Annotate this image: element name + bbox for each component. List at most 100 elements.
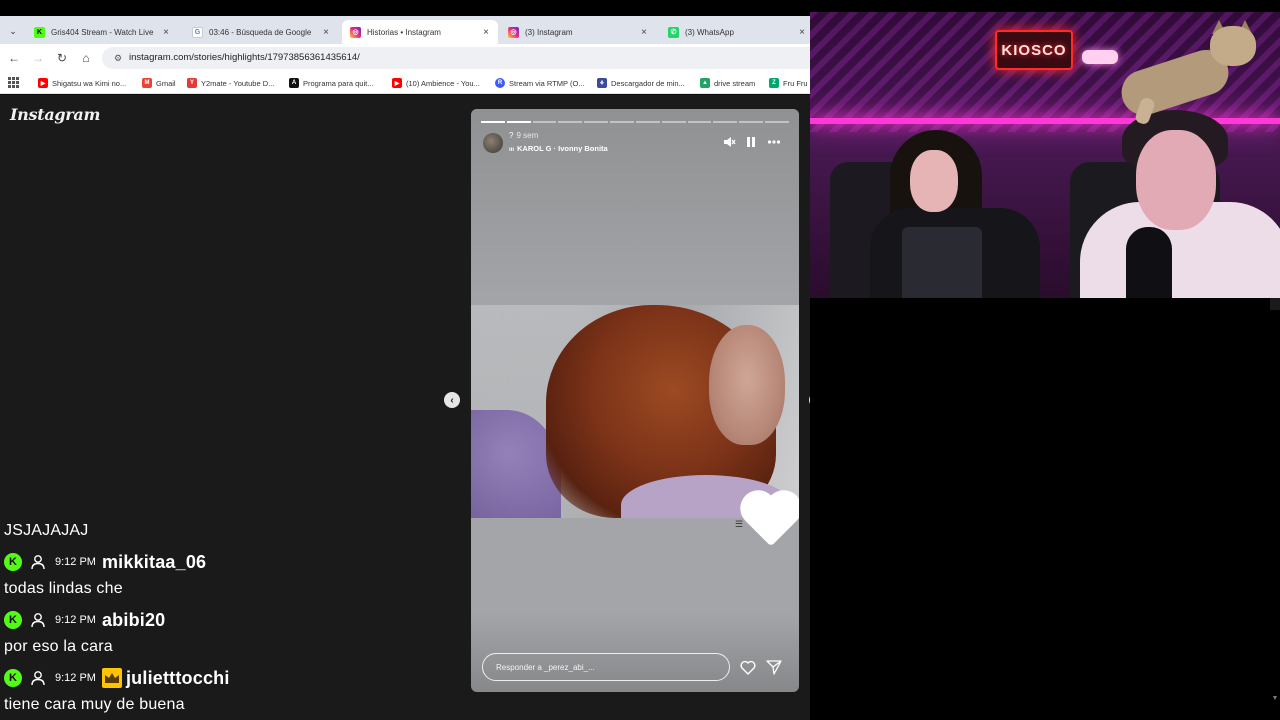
kick-favicon-icon: K [34, 26, 45, 38]
whatsapp-favicon-icon: ✆ [668, 26, 679, 38]
instagram-logo[interactable]: Instagram [10, 105, 100, 124]
cat-overlay-icon [1110, 20, 1260, 126]
tab-close-icon[interactable]: × [638, 27, 650, 38]
site-info-icon[interactable]: ⚙ [112, 52, 124, 64]
webcam-feed: KIOSCO [810, 12, 1280, 298]
tab-label: Historias • Instagram [367, 27, 441, 37]
user-icon [28, 552, 48, 572]
url-text: instagram.com/stories/highlights/1797385… [129, 52, 360, 63]
home-icon[interactable]: ⌂ [77, 49, 95, 67]
bookmark-label: drive stream [714, 78, 756, 88]
chat-username[interactable]: julietttocchi [126, 668, 230, 689]
story-music-label[interactable]: ııı KAROL G · Ivonny Bonita [509, 144, 608, 153]
chat-timestamp: 9:12 PM [55, 556, 96, 568]
tab-instagram[interactable]: ◎ (3) Instagram × [500, 20, 656, 44]
tab-kick-stream[interactable]: K Gris404 Stream - Watch Live on × [26, 20, 178, 44]
bookmark-item[interactable]: ▶ (10) Ambience - You... [392, 76, 480, 90]
bookmark-label: Gmail [156, 78, 176, 88]
previous-story-chevron-left-icon[interactable]: ‹ [444, 392, 460, 408]
programa-icon: A [289, 78, 299, 88]
bookmark-item[interactable]: ▶ Shigatsu wa Kimi no... [38, 76, 126, 90]
tab-google-search[interactable]: G 03:46 - Búsqueda de Google × [184, 20, 338, 44]
bookmark-item[interactable]: M Gmail [142, 76, 176, 90]
stream-side-panel: KIOSCO ▼ [810, 0, 1280, 720]
back-arrow-icon[interactable]: ← [5, 49, 23, 67]
share-send-icon[interactable] [765, 658, 783, 676]
song-title: KAROL G · Ivonny Bonita [517, 144, 608, 153]
avatar[interactable] [483, 133, 503, 153]
bookmark-label: Stream via RTMP (O... [509, 78, 585, 88]
bookmark-label: Descargador de min... [611, 78, 685, 88]
progress-segment [713, 121, 738, 123]
bookmark-item[interactable]: Z Fru Fru [769, 76, 808, 90]
google-drive-icon: ▲ [700, 78, 710, 88]
scrollbar-track[interactable] [1270, 298, 1280, 310]
tab-instagram-stories[interactable]: ◎ Historias • Instagram × [342, 20, 498, 44]
tab-label: 03:46 - Búsqueda de Google [209, 27, 312, 37]
story-progress-bar [481, 121, 789, 123]
bookmark-item[interactable]: Y Y2mate - Youtube D... [187, 76, 274, 90]
story-timestamp: 9 sem [516, 131, 539, 140]
story-viewer[interactable]: ? 9 sem ııı KAROL G · Ivonny Bonita ☰ Re… [471, 109, 799, 692]
address-bar[interactable]: ⚙ instagram.com/stories/highlights/17973… [102, 47, 810, 69]
kick-logo-icon: K [4, 611, 22, 629]
progress-segment [610, 121, 634, 123]
sticker-menu-icon: ☰ [735, 519, 744, 529]
kick-logo-icon: K [4, 669, 22, 687]
bookmark-item[interactable]: R Stream via RTMP (O... [495, 76, 585, 90]
tab-search-chevron-icon[interactable]: ⌄ [4, 22, 22, 40]
reply-input[interactable]: Responder a _perez_abi_... [482, 653, 730, 681]
microphone-icon [1126, 227, 1172, 298]
user-icon [28, 610, 48, 630]
bookmark-label: (10) Ambience - You... [406, 78, 480, 88]
tab-label: (3) WhatsApp [685, 27, 734, 37]
gmail-icon: M [142, 78, 152, 88]
mute-speaker-icon[interactable] [721, 134, 737, 150]
tab-close-icon[interactable]: × [160, 27, 172, 38]
story-photo [471, 305, 799, 518]
story-username[interactable]: ? [509, 131, 513, 140]
neon-sign-text: KIOSCO [1001, 41, 1067, 59]
tab-label: Gris404 Stream - Watch Live on [51, 27, 156, 37]
tab-label: (3) Instagram [525, 27, 573, 37]
pause-icon[interactable] [743, 134, 759, 150]
music-bars-icon: ııı [509, 147, 515, 153]
apps-grid-icon[interactable] [8, 77, 19, 88]
progress-segment [481, 121, 505, 123]
chat-username[interactable]: abibi20 [102, 610, 165, 631]
scroll-down-arrow-icon[interactable]: ▼ [1270, 692, 1280, 704]
tab-close-icon[interactable]: × [320, 27, 332, 38]
reply-placeholder: Responder a _perez_abi_... [496, 663, 595, 672]
chat-message-header: K 9:12 PM abibi20 [4, 608, 165, 632]
tab-strip: ⌄ K Gris404 Stream - Watch Live on × G 0… [0, 16, 810, 44]
tab-close-icon[interactable]: × [796, 27, 808, 38]
tab-whatsapp[interactable]: ✆ (3) WhatsApp × [660, 20, 810, 44]
bookmark-label: Shigatsu wa Kimi no... [52, 78, 127, 88]
restream-icon: R [495, 78, 505, 88]
downloader-icon: ⚘ [597, 78, 607, 88]
bookmark-label: Programa para quit... [303, 78, 374, 88]
bookmark-item[interactable]: ⚘ Descargador de min... [597, 76, 685, 90]
more-options-icon[interactable] [766, 134, 782, 150]
bookmark-item[interactable]: ▲ drive stream [700, 76, 755, 90]
chat-timestamp: 9:12 PM [55, 672, 96, 684]
story-user-line: ? 9 sem [509, 131, 538, 140]
like-heart-icon[interactable] [739, 658, 757, 676]
chat-username[interactable]: mikkitaa_06 [102, 552, 206, 573]
navigation-bar: ← → ↻ ⌂ ⚙ instagram.com/stories/highligh… [0, 44, 810, 72]
kick-logo-icon: K [4, 553, 22, 571]
chat-message-text: por eso la cara [4, 638, 113, 655]
forward-arrow-icon[interactable]: → [29, 49, 47, 67]
instagram-favicon-icon: ◎ [350, 26, 361, 38]
progress-segment [739, 121, 764, 123]
bookmark-item[interactable]: A Programa para quit... [289, 76, 373, 90]
frufru-icon: Z [769, 78, 779, 88]
stream-chat-overlay: JSJAJAJAJ K 9:12 PM mikkitaa_06 todas li… [0, 518, 265, 720]
google-favicon-icon: G [192, 26, 203, 38]
tab-close-icon[interactable]: × [480, 27, 492, 38]
progress-segment [765, 121, 789, 123]
bookmark-label: Fru Fru [783, 78, 808, 88]
progress-segment [532, 121, 557, 123]
reload-icon[interactable]: ↻ [53, 49, 71, 67]
chat-message-text: todas lindas che [4, 580, 123, 597]
